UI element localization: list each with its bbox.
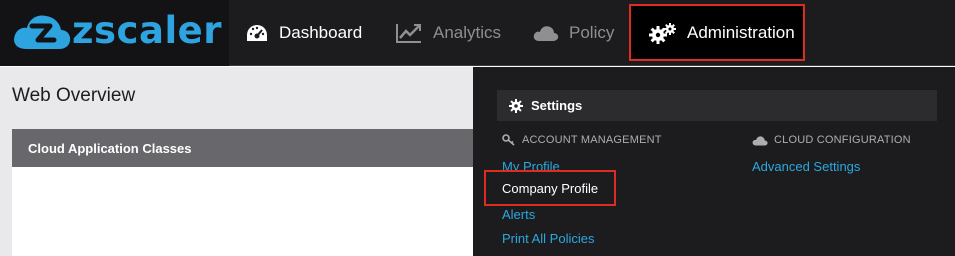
nav-dashboard-label: Dashboard [279,23,363,42]
advanced-settings-link[interactable]: Advanced Settings [752,159,860,174]
gear-icon [509,98,523,113]
cloud-icon [533,26,559,41]
gears-icon [649,22,676,44]
nav-analytics-label: Analytics [433,23,502,42]
page-title: Web Overview [12,85,136,106]
nav-policy-label: Policy [569,23,615,42]
nav-dashboard[interactable]: Dashboard [245,0,362,66]
card-header: Cloud Application Classes [12,129,473,167]
cloud-small-icon [752,135,768,145]
chart-line-icon [396,24,421,43]
settings-header: Settings [497,90,937,121]
main-content: Web Overview Cloud Application Classes [0,67,473,256]
zscaler-logo[interactable]: zscaler [0,0,229,66]
alerts-link[interactable]: Alerts [502,207,535,222]
cloud-configuration-label: CLOUD CONFIGURATION [774,134,911,146]
settings-label: Settings [531,98,583,113]
administration-dropdown: Settings ACCOUNT MANAGEMENT CLOUD CONFIG… [473,67,955,256]
speedometer-icon [247,25,267,41]
top-navigation-bar: zscaler Dashboard Analytics Policy Admin… [0,0,955,66]
nav-administration[interactable]: Administration [629,4,805,61]
key-icon [502,134,515,146]
cloud-configuration-heading: CLOUD CONFIGURATION [752,134,911,146]
company-profile-link[interactable]: Company Profile [484,170,616,206]
account-management-heading: ACCOUNT MANAGEMENT [502,134,662,146]
print-all-policies-link[interactable]: Print All Policies [502,231,594,246]
nav-policy[interactable]: Policy [533,0,614,66]
nav-administration-label: Administration [687,22,795,42]
card-body [12,167,473,256]
brand-name: zscaler [72,9,222,52]
zscaler-cloud-icon [14,15,71,49]
nav-analytics[interactable]: Analytics [395,0,501,66]
account-management-label: ACCOUNT MANAGEMENT [522,134,662,146]
